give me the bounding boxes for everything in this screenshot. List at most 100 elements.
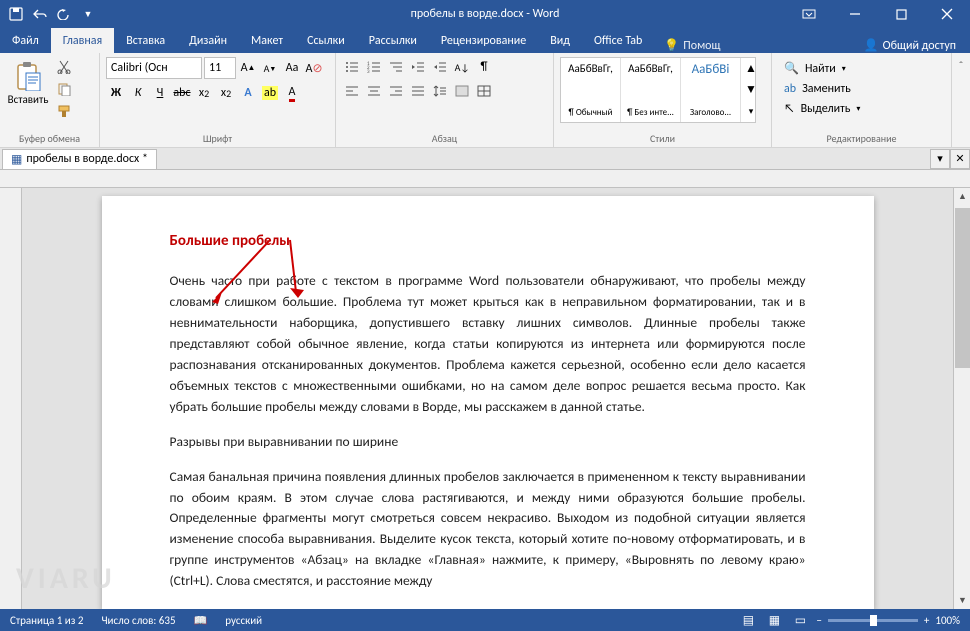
undo-icon[interactable] [30,4,50,24]
tab-design[interactable]: Дизайн [177,28,239,53]
view-web-layout[interactable]: ▭ [790,610,810,630]
view-read-mode[interactable]: ▤ [738,610,758,630]
cursor-icon: ↖ [784,102,795,116]
share-button[interactable]: 👤 Общий доступ [850,38,970,53]
styles-expand[interactable]: ▾ [741,101,761,122]
text-effects-button[interactable]: A [238,83,258,103]
scroll-down-button[interactable]: ▼ [954,592,970,609]
zoom-slider[interactable] [828,619,918,622]
find-button[interactable]: 🔍 Найти▾ [780,59,868,78]
shading-button[interactable] [452,81,472,101]
qat-dropdown-icon[interactable]: ▼ [78,4,98,24]
italic-button[interactable]: К [128,83,148,103]
vertical-scrollbar[interactable]: ▲ ▼ [953,188,970,609]
align-left-button[interactable] [342,81,362,101]
style-no-spacing[interactable]: АаБбВвГг, ¶ Без инте... [621,58,681,122]
increase-indent-button[interactable] [430,57,450,77]
vertical-ruler[interactable] [0,188,22,609]
strike-button[interactable]: abc [172,83,192,103]
bulb-icon: 💡 [664,38,679,53]
shrink-font-button[interactable]: A▼ [260,58,280,78]
tab-home[interactable]: Главная [51,28,114,53]
tab-layout[interactable]: Макет [239,28,295,53]
minimize-button[interactable] [832,0,878,28]
window-title: пробелы в ворде.docx - Word [411,7,560,21]
group-editing-label: Редактирование [778,132,945,147]
show-marks-button[interactable]: ¶ [474,57,494,77]
doc-paragraph-3: Самая банальная причина появления длинны… [170,467,806,593]
tab-file[interactable]: Файл [0,28,51,53]
ribbon-options-button[interactable] [786,0,832,28]
multilevel-button[interactable] [386,57,406,77]
view-print-layout[interactable]: ▦ [764,610,784,630]
tell-me-button[interactable]: 💡 Помощ [654,38,730,53]
scroll-up-button[interactable]: ▲ [954,188,970,205]
bullets-button[interactable] [342,57,362,77]
styles-scroll-up[interactable]: ▲ [741,58,761,79]
decrease-indent-button[interactable] [408,57,428,77]
word-doc-icon: ▦ [11,152,22,167]
tell-me-label: Помощ [683,39,720,53]
format-painter-button[interactable] [54,101,74,121]
tab-review[interactable]: Рецензирование [429,28,538,53]
scroll-thumb[interactable] [955,208,970,368]
grow-font-button[interactable]: A▲ [238,58,258,78]
clear-format-button[interactable]: A⊘ [304,58,324,78]
highlight-button[interactable]: ab [260,83,280,103]
collapse-ribbon-button[interactable]: ˆ [952,57,970,77]
subscript-button[interactable]: x2 [194,83,214,103]
styles-gallery[interactable]: АаБбВвГг, ¶ Обычный АаБбВвГг, ¶ Без инте… [560,57,756,123]
style-normal[interactable]: АаБбВвГг, ¶ Обычный [561,58,621,122]
tab-insert[interactable]: Вставка [114,28,177,53]
tab-mailings[interactable]: Рассылки [357,28,429,53]
group-clipboard-label: Буфер обмена [6,132,93,147]
status-spellcheck-icon[interactable]: 📖 [194,614,208,627]
status-word-count[interactable]: Число слов: 635 [101,614,175,627]
tab-references[interactable]: Ссылки [295,28,357,53]
svg-text:3: 3 [367,69,370,73]
person-icon: 👤 [864,38,879,53]
doc-tab-close[interactable]: ✕ [950,149,970,169]
superscript-button[interactable]: x2 [216,83,236,103]
zoom-in-button[interactable]: + [924,614,929,627]
maximize-button[interactable] [878,0,924,28]
cut-button[interactable] [54,57,74,77]
tab-view[interactable]: Вид [538,28,582,53]
styles-scroll-down[interactable]: ▼ [741,79,761,100]
style-heading1[interactable]: АаБбВі Заголово... [681,58,741,122]
change-case-button[interactable]: Aa [282,58,302,78]
tab-office-tab[interactable]: Office Tab [582,28,654,53]
clipboard-icon [14,61,42,91]
document-tab[interactable]: ▦ пробелы в ворде.docx * [2,149,157,169]
doc-paragraph-1: Очень часто при работе с текстом в прогр… [170,271,806,417]
document-page[interactable]: Большие пробелы Очень часто при работе с… [102,196,874,609]
paste-button[interactable]: Вставить [6,57,50,110]
underline-button[interactable]: Ч [150,83,170,103]
font-name-input[interactable] [106,57,202,79]
font-size-input[interactable] [204,57,236,79]
sort-button[interactable]: A↓ [452,57,472,77]
copy-button[interactable] [54,79,74,99]
numbering-button[interactable]: 123 [364,57,384,77]
borders-button[interactable] [474,81,494,101]
align-center-button[interactable] [364,81,384,101]
redo-icon[interactable] [54,4,74,24]
line-spacing-button[interactable] [430,81,450,101]
horizontal-ruler[interactable]: /*segments*/ [0,170,970,188]
align-right-button[interactable] [386,81,406,101]
doc-tab-dropdown[interactable]: ▾ [930,149,950,169]
align-justify-button[interactable] [408,81,428,101]
status-page[interactable]: Страница 1 из 2 [10,614,83,627]
save-icon[interactable] [6,4,26,24]
zoom-out-button[interactable]: − [816,614,821,627]
font-color-button[interactable]: A [282,83,302,103]
replace-button[interactable]: ab Заменить [780,80,868,98]
status-language[interactable]: русский [225,614,262,627]
close-button[interactable] [924,0,970,28]
doc-paragraph-2: Разрывы при выравнивании по ширине [170,432,806,453]
bold-button[interactable]: Ж [106,83,126,103]
select-button[interactable]: ↖ Выделить▾ [780,100,868,118]
zoom-level[interactable]: 100% [935,614,960,627]
replace-icon: ab [784,82,796,96]
share-label: Общий доступ [883,39,956,53]
